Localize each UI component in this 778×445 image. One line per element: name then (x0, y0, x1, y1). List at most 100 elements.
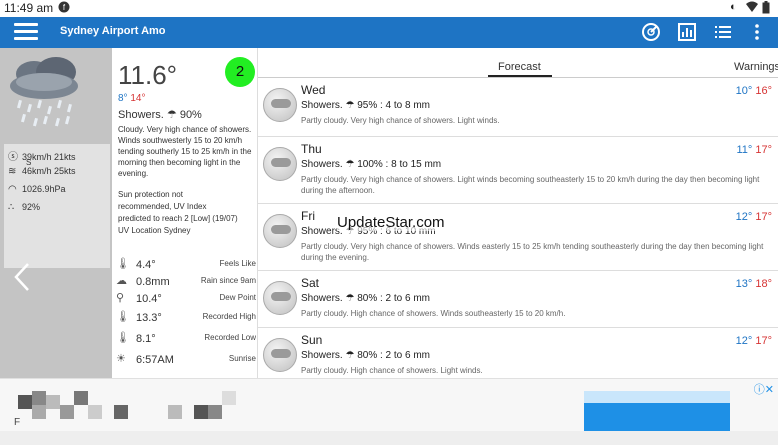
forecast-description: Partly cloudy. High chance of showers. W… (301, 309, 566, 318)
pressure-stat: ◠ 1026.9hPa (8, 184, 66, 195)
forecast-temps: 11° 17° (736, 144, 772, 156)
ad-letter: F (14, 417, 21, 428)
ad-pixel (88, 405, 102, 419)
forecast-description: Partly cloudy. Very high chance of showe… (301, 175, 760, 195)
left-panel: ⓢ 39km/h 21kts S ≋ 46km/h 25kts ◠ 1026.9hPa… (0, 48, 112, 378)
forecast-day: Thu (301, 142, 322, 156)
obs-sunrise: ☀ 6:57AM Sunrise (116, 352, 258, 369)
current-conditions-panel: 11.6° 2 8° 14° Showers. ☂ 90% Cloudy. Ve… (112, 48, 258, 378)
max-temp: 14° (130, 93, 146, 104)
status-time: 11:49 am (4, 1, 54, 15)
chart-icon[interactable] (676, 22, 698, 42)
thermometer-low-icon: 🌡 (116, 332, 130, 344)
obs-value: 10.4° (136, 293, 162, 305)
ad-pixel (114, 405, 128, 419)
ad-pixel (32, 405, 46, 419)
ad-pixel (18, 395, 32, 409)
obs-label: Rain since 9am (200, 276, 256, 285)
forecast-description: Partly cloudy. Very high chance of showe… (301, 116, 500, 125)
forecast-max: 16° (755, 85, 772, 97)
cloud-icon (263, 338, 297, 372)
dew-point-icon: ⚲ (116, 292, 125, 304)
obs-value: 8.1° (136, 333, 156, 345)
forecast-row[interactable]: Wed Showers. ☂ 95% : 4 to 8 mm Partly cl… (258, 79, 778, 137)
previous-arrow-icon[interactable] (12, 262, 34, 292)
app-bar: Sydney Airport Amo (0, 17, 778, 48)
more-vert-icon[interactable] (746, 22, 768, 42)
obs-value: 6:57AM (136, 354, 174, 366)
forecast-day: Fri (301, 209, 315, 223)
forecast-min: 12° (735, 335, 753, 347)
watermark-text: UpdateStar.com (337, 214, 445, 231)
obs-dew-point: ⚲ 10.4° Dew Point (116, 291, 258, 308)
cloud-icon (263, 88, 297, 122)
obs-feels-like: 🌡 4.4° Feels Like (116, 257, 258, 274)
radar-icon[interactable] (640, 22, 662, 42)
menu-icon[interactable] (14, 23, 38, 41)
wind-direction-icon: ⓢ (8, 152, 18, 163)
ad-pixel (74, 391, 88, 405)
min-temp: 8° (118, 93, 128, 104)
ad-pixel (46, 395, 60, 409)
ad-pixel (168, 405, 182, 419)
forecast-day: Wed (301, 83, 326, 97)
humidity-icon: ∴ (8, 202, 15, 213)
min-max-temps: 8° 14° (118, 93, 145, 104)
forecast-row[interactable]: Sun Showers. ☂ 80% : 2 to 6 mm Partly cl… (258, 329, 778, 378)
forecast-day: Sat (301, 276, 320, 290)
sun-protection: Sun protection not recommended, UV Index… (118, 190, 238, 223)
sunrise-icon: ☀ (116, 353, 126, 365)
forecast-max: 17° (755, 335, 772, 347)
forecast-temps: 12° 17° (736, 211, 772, 223)
forecast-min: 13° (735, 278, 753, 290)
rain-cloud-icon: ☁ (116, 275, 127, 287)
forecast-row[interactable]: Fri Showers. ☂ 95% : 6 to 10 mm Partly c… (258, 205, 778, 271)
ad-pixel (194, 405, 208, 419)
rain-cloud-icon (4, 52, 88, 132)
ad-cta-highlight (584, 391, 730, 403)
humidity-stat: ∴ 92% (8, 202, 40, 213)
cloud-icon (263, 214, 297, 248)
sun-protection-text: Sun protection not recommended, UV Index… (118, 189, 238, 237)
obs-label: Recorded High (202, 312, 256, 321)
tab-bar: Forecast Warnings (258, 48, 778, 78)
wind-stat: ⓢ 39km/h 21kts (8, 148, 76, 163)
forecast-temps: 13° 18° (736, 278, 772, 290)
current-temperature: 11.6° (118, 60, 178, 90)
forecast-row[interactable]: Sat Showers. ☂ 80% : 2 to 6 mm Partly cl… (258, 272, 778, 328)
tab-indicator (488, 75, 552, 77)
humidity-value: 92% (22, 202, 41, 212)
gust-icon: ≋ (8, 166, 17, 177)
list-icon[interactable] (712, 22, 734, 42)
forecast-description: Partly cloudy. Very high chance of showe… (301, 242, 764, 262)
pressure-gauge-icon: ◠ (8, 184, 17, 195)
ad-close-icon[interactable]: ⓘ✕ (754, 381, 774, 397)
battery-icon (762, 1, 770, 17)
uv-location: UV Location Sydney (118, 226, 191, 235)
forecast-temps: 12° 17° (736, 335, 772, 347)
status-bar: 11:49 am f ◐ (0, 0, 778, 17)
forecast-max: 17° (755, 211, 772, 223)
thermometer-high-icon: 🌡 (116, 311, 130, 323)
ad-banner[interactable]: F ⓘ✕ (0, 378, 778, 445)
gust-value: 46km/h 25kts (22, 166, 76, 176)
obs-recorded-high: 🌡 13.3° Recorded High (116, 310, 258, 327)
ad-pixel (222, 391, 236, 405)
ad-pixel (208, 405, 222, 419)
forecast-summary: Showers. ☂ 95% : 4 to 8 mm (301, 100, 431, 111)
wifi-icon (746, 1, 758, 16)
cloud-icon (263, 281, 297, 315)
forecast-summary: Showers. ☂ 100% : 8 to 15 mm (301, 159, 442, 170)
uv-badge[interactable]: 2 (225, 57, 255, 87)
gust-stat: ≋ 46km/h 25kts (8, 166, 76, 177)
tab-forecast[interactable]: Forecast (498, 61, 541, 73)
tab-warnings[interactable]: Warnings (734, 61, 778, 73)
thermometer-person-icon: 🌡 (116, 258, 130, 270)
forecast-row[interactable]: Thu Showers. ☂ 100% : 8 to 15 mm Partly … (258, 138, 778, 204)
ad-pixel (60, 405, 74, 419)
forecast-max: 17° (755, 144, 772, 156)
location-title[interactable]: Sydney Airport Amo (60, 25, 166, 37)
obs-label: Sunrise (228, 354, 256, 363)
obs-recorded-low: 🌡 8.1° Recorded Low (116, 331, 258, 348)
current-summary: Showers. ☂ 90% (118, 109, 202, 121)
